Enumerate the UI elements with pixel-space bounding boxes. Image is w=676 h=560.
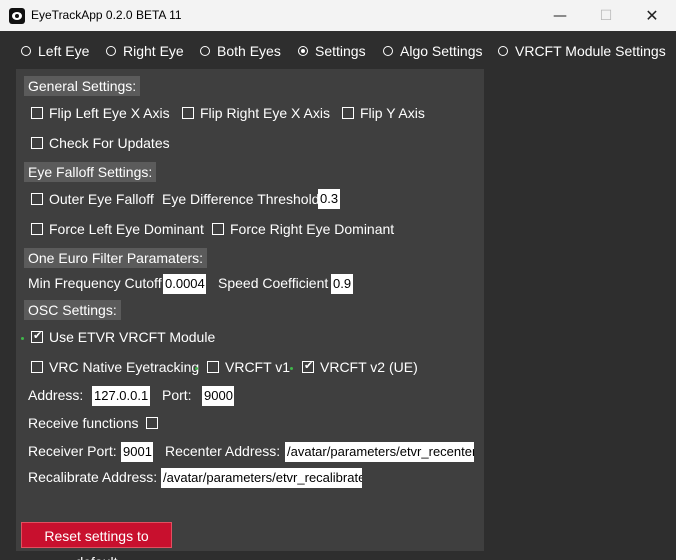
min-frequency-label: Min Frequency Cutoff xyxy=(28,275,162,291)
radio-icon xyxy=(498,46,508,56)
active-indicator-icon xyxy=(21,337,24,340)
title-bar: EyeTrackApp 0.2.0 BETA 11 — ☐ ✕ xyxy=(0,0,676,31)
check-updates-checkbox[interactable] xyxy=(31,137,43,149)
tab-right-eye[interactable]: Right Eye xyxy=(106,43,184,59)
use-etvr-label: Use ETVR VRCFT Module xyxy=(49,329,216,345)
tab-both-eyes[interactable]: Both Eyes xyxy=(200,43,281,59)
osc-settings-header: OSC Settings: xyxy=(24,300,121,320)
tab-algo-settings[interactable]: Algo Settings xyxy=(383,43,483,59)
outer-falloff-label: Outer Eye Falloff xyxy=(49,191,154,207)
radio-icon xyxy=(200,46,210,56)
receive-functions-label: Receive functions xyxy=(28,415,139,431)
vrc-native-checkbox[interactable] xyxy=(31,361,43,373)
min-frequency-input[interactable]: 0.0004 xyxy=(163,274,206,294)
recenter-address-input[interactable]: /avatar/parameters/etvr_recenter xyxy=(285,442,474,462)
recenter-address-label: Recenter Address: xyxy=(165,443,281,459)
receiver-port-input[interactable]: 9001 xyxy=(121,442,153,462)
euro-filter-header: One Euro Filter Paramaters: xyxy=(24,248,208,268)
use-etvr-checkbox[interactable] xyxy=(31,329,43,343)
radio-selected-icon xyxy=(298,46,308,56)
diff-threshold-label: Eye Difference Threshold xyxy=(162,191,320,207)
flip-right-x-label: Flip Right Eye X Axis xyxy=(200,105,330,121)
receiver-port-label: Receiver Port: xyxy=(28,443,117,459)
address-label: Address: xyxy=(28,387,84,403)
vrcft-v1-label: VRCFT v1 xyxy=(225,359,291,375)
recalibrate-address-input[interactable]: /avatar/parameters/etvr_recalibrate xyxy=(161,468,362,488)
falloff-settings-header: Eye Falloff Settings: xyxy=(24,162,157,182)
tab-left-eye[interactable]: Left Eye xyxy=(21,43,89,59)
general-settings-header: General Settings: xyxy=(24,76,141,96)
vrcft-v1-checkbox[interactable] xyxy=(207,361,219,373)
reset-settings-button[interactable]: Reset settings to default xyxy=(21,522,172,560)
minimize-button[interactable]: — xyxy=(537,0,583,31)
flip-y-label: Flip Y Axis xyxy=(360,105,425,121)
outer-falloff-checkbox[interactable] xyxy=(31,193,43,205)
speed-coefficient-input[interactable]: 0.9 xyxy=(331,274,353,294)
tab-label: Left Eye xyxy=(38,43,90,59)
tab-label: VRCFT Module Settings xyxy=(515,43,666,59)
check-updates-label: Check For Updates xyxy=(49,135,170,151)
flip-right-x-checkbox[interactable] xyxy=(182,107,194,119)
tab-bar: Left Eye Right Eye Both Eyes Settings Al… xyxy=(0,36,676,66)
maximize-button[interactable]: ☐ xyxy=(583,0,629,31)
speed-coefficient-label: Speed Coefficient xyxy=(218,275,329,291)
tab-label: Right Eye xyxy=(123,43,184,59)
vrcft-v2-checkbox[interactable] xyxy=(302,359,314,373)
window-title: EyeTrackApp 0.2.0 BETA 11 xyxy=(31,8,182,22)
diff-threshold-input[interactable]: 0.3 xyxy=(318,189,340,209)
force-right-label: Force Right Eye Dominant xyxy=(230,221,395,237)
address-input[interactable]: 127.0.0.1 xyxy=(92,386,150,406)
vrc-native-label: VRC Native Eyetracking xyxy=(49,359,200,375)
radio-icon xyxy=(21,46,31,56)
tab-settings[interactable]: Settings xyxy=(298,43,366,59)
force-left-label: Force Left Eye Dominant xyxy=(49,221,204,237)
port-label: Port: xyxy=(162,387,192,403)
recalibrate-address-label: Recalibrate Address: xyxy=(28,469,158,485)
port-input[interactable]: 9000 xyxy=(202,386,234,406)
radio-icon xyxy=(383,46,393,56)
force-right-checkbox[interactable] xyxy=(212,223,224,235)
receive-functions-checkbox[interactable] xyxy=(146,417,158,429)
tab-label: Settings xyxy=(315,43,366,59)
flip-left-x-label: Flip Left Eye X Axis xyxy=(49,105,170,121)
flip-left-x-checkbox[interactable] xyxy=(31,107,43,119)
radio-icon xyxy=(106,46,116,56)
active-indicator-icon xyxy=(290,367,293,370)
tab-vrcft-module-settings[interactable]: VRCFT Module Settings xyxy=(498,43,666,59)
flip-y-checkbox[interactable] xyxy=(342,107,354,119)
vrcft-v2-label: VRCFT v2 (UE) xyxy=(320,359,418,375)
eye-app-icon xyxy=(9,8,25,24)
close-button[interactable]: ✕ xyxy=(629,0,675,31)
tab-label: Algo Settings xyxy=(400,43,483,59)
tab-label: Both Eyes xyxy=(217,43,281,59)
active-indicator-icon xyxy=(195,367,198,370)
force-left-checkbox[interactable] xyxy=(31,223,43,235)
